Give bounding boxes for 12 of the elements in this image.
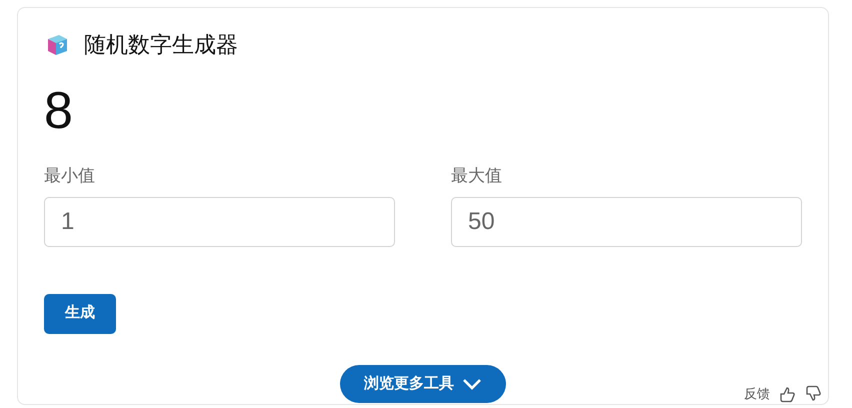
thumbs-up-icon[interactable] [778, 384, 796, 403]
tool-title: 随机数字生成器 [84, 31, 238, 59]
more-tools-button[interactable]: 浏览更多工具 [340, 365, 506, 403]
generate-button[interactable]: 生成 [44, 294, 116, 334]
field-label: 最大值 [451, 165, 502, 187]
feedback-link[interactable]: 反馈 [744, 384, 770, 404]
thumbs-down-icon[interactable] [804, 384, 822, 403]
input-field[interactable]: 50 [451, 196, 802, 246]
result-number: 8 [44, 81, 73, 141]
chevron-down-icon [462, 378, 482, 390]
field-label: 最小值 [44, 165, 95, 187]
input-field[interactable]: 1 [44, 196, 395, 246]
